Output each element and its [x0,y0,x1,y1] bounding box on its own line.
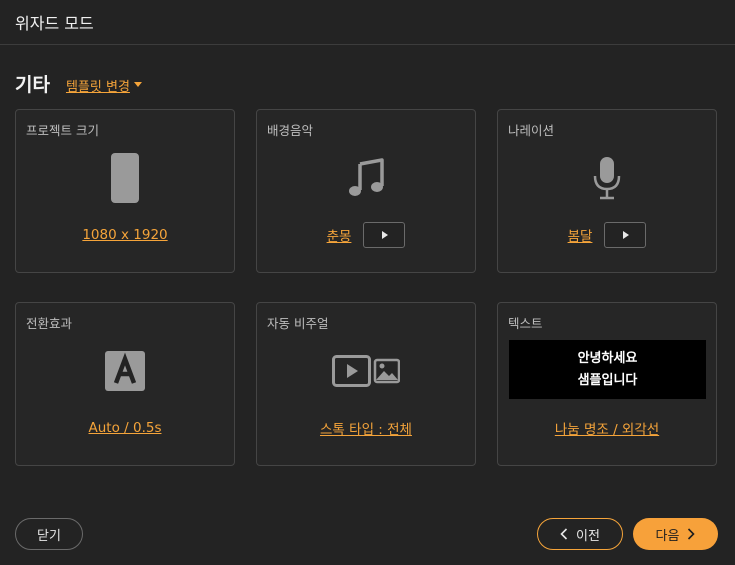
card-label: 자동 비주얼 [267,316,329,331]
bgm-track-link[interactable]: 춘몽 [327,225,352,245]
title-bar: 위자드 모드 [0,0,735,45]
transition-effect-link[interactable]: Auto / 0.5s [89,420,162,436]
bgm-play-button[interactable] [363,222,406,248]
card-label: 텍스트 [508,316,543,331]
letter-a-icon [16,345,234,397]
narration-play-button[interactable] [604,222,647,248]
next-button[interactable]: 다음 [633,518,718,550]
card-label: 전환효과 [26,316,73,331]
play-icon [382,231,389,239]
card-auto-visual: 자동 비주얼 스톡 타입 : 전체 [256,302,476,466]
microphone-icon [498,152,716,204]
change-template-label: 템플릿 변경 [65,80,130,95]
close-button[interactable]: 닫기 [15,518,83,550]
card-label: 배경음악 [267,123,314,138]
video-image-icon [257,345,475,397]
caret-down-icon [133,82,142,87]
card-project-size: 프로젝트 크기 1080 x 1920 [15,109,235,273]
phone-portrait-icon [16,152,234,204]
card-label: 나레이션 [508,123,555,138]
section-title: 기타 [15,74,50,96]
previous-button[interactable]: 이전 [537,518,623,550]
change-template-dropdown[interactable]: 템플릿 변경 [66,76,142,95]
chevron-left-icon [560,528,568,540]
project-size-link[interactable]: 1080 x 1920 [82,227,167,243]
card-text: 텍스트 안녕하세요 샘플입니다 나눔 명조 / 외각선 [497,302,717,466]
card-transition: 전환효과 Auto / 0.5s [15,302,235,466]
text-font-link[interactable]: 나눔 명조 / 외각선 [555,418,659,438]
window-title: 위자드 모드 [15,14,94,33]
close-button-label: 닫기 [37,528,61,544]
stock-type-link[interactable]: 스톡 타입 : 전체 [320,418,412,438]
card-label: 프로젝트 크기 [26,123,99,138]
narration-voice-link[interactable]: 봄달 [568,225,593,245]
music-note-icon [257,152,475,204]
preview-line: 샘플입니다 [577,372,638,388]
previous-button-label: 이전 [576,528,600,544]
card-narration: 나레이션 봄달 [497,109,717,273]
play-icon [623,231,630,239]
text-style-preview: 안녕하세요 샘플입니다 [509,340,706,399]
card-background-music: 배경음악 춘몽 [256,109,476,273]
preview-line: 안녕하세요 [577,350,638,366]
next-button-label: 다음 [655,528,680,544]
section-header: 기타 템플릿 변경 [15,70,142,97]
chevron-right-icon [687,528,696,540]
